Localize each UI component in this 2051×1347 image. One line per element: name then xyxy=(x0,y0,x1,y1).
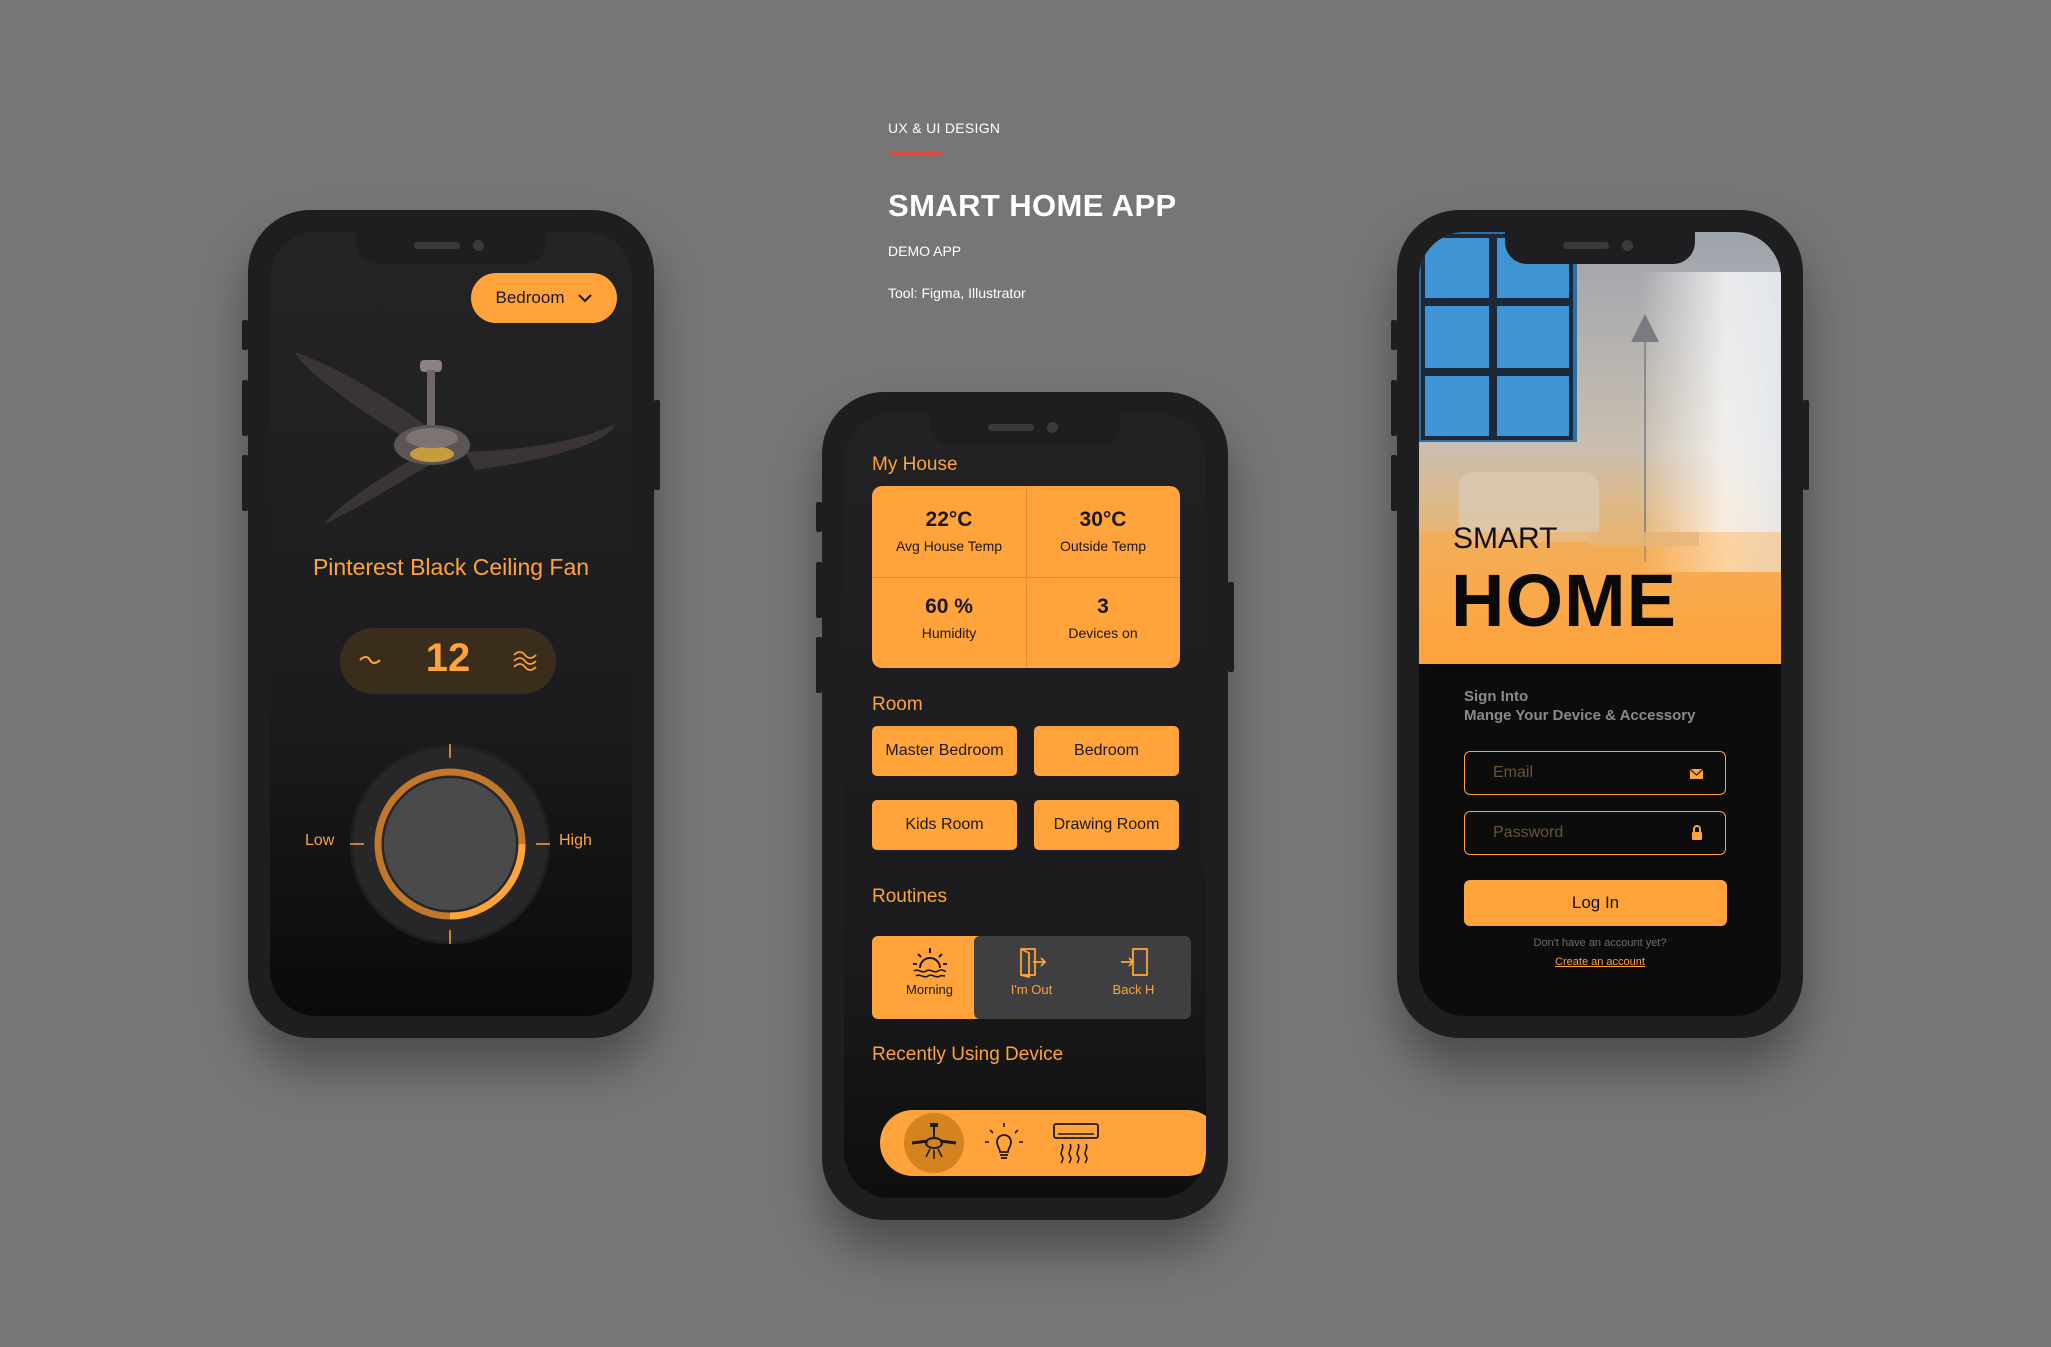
recent-devices-bar xyxy=(880,1110,1206,1176)
sunrise-icon xyxy=(912,948,947,978)
signin-heading: Sign Into Mange Your Device & Accessory xyxy=(1464,687,1696,725)
my-house-title: My House xyxy=(872,454,958,475)
stat-label: Humidity xyxy=(921,625,977,641)
login-screen: SMART HOME Sign Into Mange Your Device &… xyxy=(1419,232,1781,1016)
stat-humidity: 60 % Humidity xyxy=(872,577,1026,668)
no-account-text: Don't have an account yet? xyxy=(1533,937,1667,949)
create-account-link[interactable]: Create an account xyxy=(1419,956,1781,968)
routine-label: I'm Out xyxy=(1010,982,1053,997)
room-dropdown-label: Bedroom xyxy=(495,288,565,307)
room-dropdown[interactable]: Bedroom xyxy=(471,273,617,323)
routines-title: Routines xyxy=(872,886,947,907)
air-conditioner-icon[interactable] xyxy=(1052,1122,1100,1164)
eyebrow-text: UX & UI DESIGN xyxy=(888,120,1001,136)
phone-login: SMART HOME Sign Into Mange Your Device &… xyxy=(1391,210,1809,1038)
speed-control: 12 xyxy=(340,628,556,694)
tools-text: Tool: Figma, Illustrator xyxy=(888,285,1026,301)
speed-dial-ring xyxy=(350,744,550,944)
envelope-icon xyxy=(1690,769,1703,779)
stat-devices-on: 3 Devices on xyxy=(1026,577,1180,668)
device-name: Pinterest Black Ceiling Fan xyxy=(312,554,590,580)
email-placeholder: Email xyxy=(1493,764,1534,781)
chevron-down-icon xyxy=(578,293,593,302)
phone-dashboard: My House 22°C Avg House Temp 30°C Outsid… xyxy=(816,392,1234,1220)
accent-underline xyxy=(890,152,942,155)
room-button-kids-room[interactable]: Kids Room xyxy=(872,800,1017,850)
stat-label: Outside Temp xyxy=(1059,538,1147,554)
hero-small-text: SMART xyxy=(1453,522,1558,555)
routine-morning[interactable]: Morning xyxy=(872,936,987,1019)
routine-back-home[interactable]: Back H xyxy=(1076,936,1191,1019)
stat-avg-house-temp: 22°C Avg House Temp xyxy=(872,486,1026,577)
room-button-drawing-room[interactable]: Drawing Room xyxy=(1034,800,1179,850)
routine-im-out[interactable]: I'm Out xyxy=(974,936,1089,1019)
enter-door-icon xyxy=(1120,948,1148,976)
stat-value: 30°C xyxy=(1079,508,1127,531)
routine-label: Morning xyxy=(906,982,953,997)
high-label: High xyxy=(559,832,592,849)
stat-label: Avg House Temp xyxy=(895,538,1003,554)
password-placeholder: Password xyxy=(1493,824,1564,841)
dashboard-screen: My House 22°C Avg House Temp 30°C Outsid… xyxy=(844,414,1206,1198)
recent-device-fan[interactable] xyxy=(904,1113,964,1173)
phone-fan-control: Bedroom Pinterest Black Ceiling Fan 12 L… xyxy=(242,210,660,1038)
signin-line-1: Sign Into xyxy=(1464,688,1529,705)
routine-label: Back H xyxy=(1112,982,1155,997)
password-field[interactable]: Password xyxy=(1464,811,1726,855)
room-title: Room xyxy=(872,694,923,715)
wind-high-icon[interactable] xyxy=(512,650,538,672)
low-label: Low xyxy=(305,832,335,849)
stat-value: 3 xyxy=(1097,595,1109,618)
stat-outside-temp: 30°C Outside Temp xyxy=(1026,486,1180,577)
ceiling-fan-image xyxy=(295,352,615,524)
lock-icon xyxy=(1692,825,1702,840)
stat-label: Devices on xyxy=(1068,625,1138,641)
page-subtitle: DEMO APP xyxy=(888,243,962,259)
house-stats-card: 22°C Avg House Temp 30°C Outside Temp 60… xyxy=(872,486,1180,668)
ceiling-fan-icon xyxy=(911,1123,957,1159)
light-bulb-icon[interactable] xyxy=(984,1122,1024,1164)
login-button[interactable]: Log In xyxy=(1464,880,1727,926)
hero-big-text: HOME xyxy=(1451,559,1677,642)
exit-door-icon xyxy=(1019,948,1046,979)
stat-value: 60 % xyxy=(925,595,973,618)
page-title: SMART HOME APP xyxy=(888,188,1177,223)
signin-line-2: Mange Your Device & Accessory xyxy=(1464,707,1696,724)
email-field[interactable]: Email xyxy=(1464,751,1726,795)
fan-screen: Bedroom Pinterest Black Ceiling Fan 12 L… xyxy=(270,232,632,1016)
room-button-bedroom[interactable]: Bedroom xyxy=(1034,726,1179,776)
stat-value: 22°C xyxy=(925,508,973,531)
room-button-master-bedroom[interactable]: Master Bedroom xyxy=(872,726,1017,776)
recent-devices-title: Recently Using Device xyxy=(872,1044,1064,1065)
